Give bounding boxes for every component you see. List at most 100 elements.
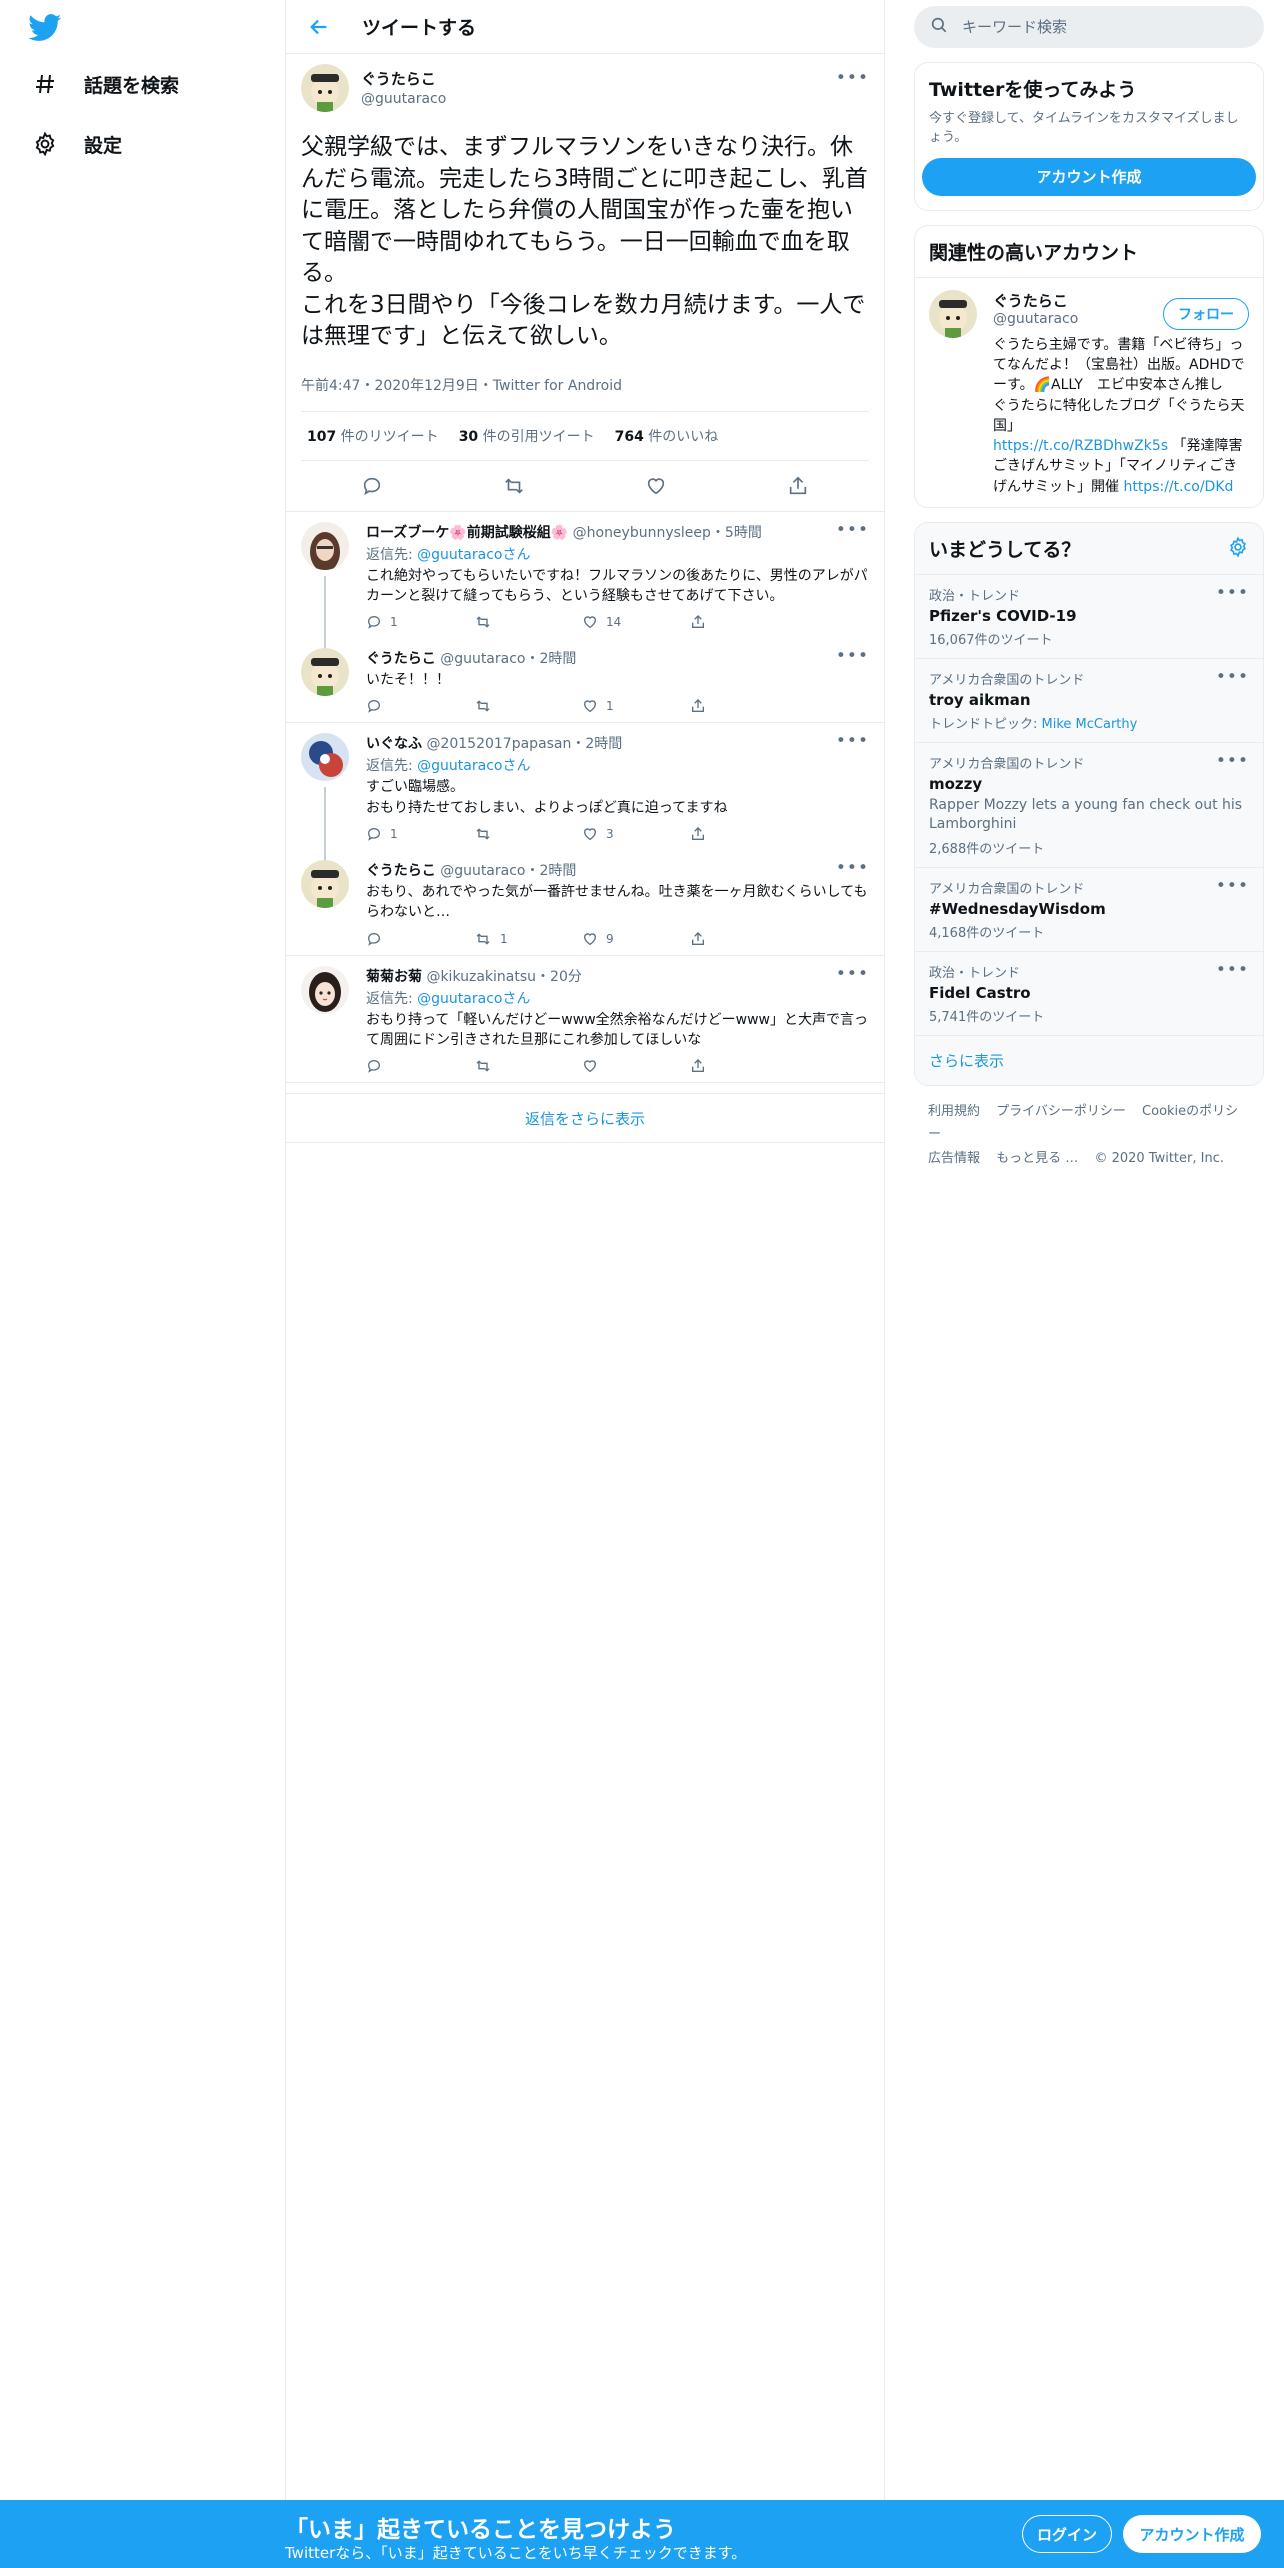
reply-icon[interactable] [357,471,387,501]
more-icon[interactable]: ••• [836,964,869,984]
share-button[interactable] [690,826,798,842]
avatar[interactable] [301,64,349,112]
avatar[interactable] [301,521,349,570]
reply-tweet[interactable]: ••• ぐうたらこ @guutaraco・2時間 おもり、あれでやった気が一番許… [286,850,884,956]
retweet-stat[interactable]: 107 件のリツイート [307,426,439,446]
author-handle[interactable]: @guutaraco [361,91,446,107]
share-icon[interactable] [783,471,813,501]
retweet-icon[interactable] [499,471,529,501]
trend-item[interactable]: ••• アメリカ合衆国のトレンド mozzy Rapper Mozzy lets… [915,743,1263,868]
more-icon[interactable]: ••• [836,731,869,751]
like-button[interactable]: 14 [582,614,690,630]
more-icon[interactable]: ••• [1216,751,1249,771]
share-button[interactable] [690,1058,798,1074]
reply-tweet[interactable]: ••• ローズブーケ🌸前期試験桜組🌸 @honeybunnysleep・5時間 … [286,512,884,650]
trend-item[interactable]: ••• アメリカ合衆国のトレンド troy aikman トレンドトピック: M… [915,659,1263,744]
account-item[interactable]: ぐうたらこ @guutaraco フォロー ぐうたら主婦です。書籍「ベビ待ち」っ… [915,286,1263,507]
avatar[interactable] [929,289,977,338]
like-button[interactable]: 1 [582,698,690,714]
reply-time[interactable]: ・2時間 [526,863,577,879]
reply-author-handle[interactable]: @kikuzakinatsu [426,969,536,985]
trend-item[interactable]: ••• アメリカ合衆国のトレンド #WednesdayWisdom 4,168件… [915,867,1263,952]
reply-author-name[interactable]: ぐうたらこ [366,651,436,667]
more-icon[interactable]: ••• [836,520,869,540]
nav-settings[interactable]: 設定 [30,124,122,164]
reply-author-name[interactable]: 菊菊お菊 [366,969,422,985]
share-button[interactable] [690,698,798,714]
reply-author-name[interactable]: ぐうたらこ [366,863,436,879]
retweet-button[interactable] [474,1058,582,1074]
nav-explore[interactable]: 話題を検索 [30,64,179,104]
trend-item[interactable]: ••• 政治・トレンド Fidel Castro 5,741件のツイート [915,951,1263,1036]
reply-time[interactable]: ・20分 [536,969,582,985]
quote-stat[interactable]: 30 件の引用ツイート [459,426,595,446]
copyright: © 2020 Twitter, Inc. [1094,1150,1224,1166]
retweet-button[interactable] [474,826,582,842]
reply-author-name[interactable]: ローズブーケ🌸前期試験桜組🌸 [366,525,568,541]
share-button[interactable] [690,931,798,947]
like-icon[interactable] [641,471,671,501]
more-icon[interactable]: ••• [836,646,869,666]
reply-button[interactable] [366,1058,474,1074]
retweet-button[interactable] [474,698,582,714]
reply-to-link[interactable]: @guutaraco [417,991,502,1007]
search-input[interactable] [962,18,1232,36]
bio-link[interactable]: https://t.co/RZBDhwZk5s [993,438,1168,454]
reply-author-handle[interactable]: @guutaraco [440,863,525,879]
signup-button[interactable]: アカウント作成 [1123,2515,1261,2553]
create-account-button[interactable]: アカウント作成 [922,157,1256,196]
reply-tweet[interactable]: ••• 菊菊お菊 @kikuzakinatsu・20分 返信先: @guutar… [286,956,884,1084]
reply-button[interactable]: 1 [366,614,474,630]
reply-author-handle[interactable]: @20152017papasan [426,736,571,752]
more-icon[interactable]: ••• [836,68,869,88]
reply-button[interactable]: 1 [366,826,474,842]
signup-subtitle: 今すぐ登録して、タイムラインをカスタマイズしましょう。 [929,111,1239,145]
avatar[interactable] [301,965,349,1014]
reply-time[interactable]: ・5時間 [711,525,762,541]
reply-button[interactable] [366,698,474,714]
more-icon[interactable]: ••• [1216,583,1249,603]
footer-link[interactable]: プライバシーポリシー [996,1104,1126,1119]
like-button[interactable] [582,1058,690,1074]
footer-link[interactable]: もっと見る … [996,1151,1078,1166]
show-more-replies-link[interactable]: 返信をさらに表示 [286,1093,884,1144]
avatar[interactable] [301,648,349,697]
more-icon[interactable]: ••• [836,858,869,878]
footer-link[interactable]: 利用規約 [928,1104,980,1119]
like-button[interactable]: 3 [582,826,690,842]
trend-context: アメリカ合衆国のトレンド [929,673,1085,689]
reply-time[interactable]: ・2時間 [526,651,577,667]
reply-to-link[interactable]: @guutaraco [417,547,502,563]
reply-tweet[interactable]: ••• いぐなふ @20152017papasan・2時間 返信先: @guut… [286,723,884,878]
reply-time[interactable]: ・2時間 [571,736,622,752]
twitter-logo-icon[interactable] [28,14,64,44]
bio-link[interactable]: https://t.co/DKd [1123,479,1233,495]
search-box[interactable] [914,6,1264,48]
follow-button[interactable]: フォロー [1163,297,1249,330]
author-name[interactable]: ぐうたらこ [361,68,446,89]
more-icon[interactable]: ••• [1216,876,1249,896]
reply-button[interactable] [366,931,474,947]
show-more-trends-link[interactable]: さらに表示 [915,1035,1263,1085]
back-arrow-icon[interactable] [304,12,334,42]
retweet-button[interactable]: 1 [474,931,582,947]
trend-item[interactable]: ••• 政治・トレンド Pfizer's COVID-19 16,067件のツイ… [915,575,1263,660]
more-icon[interactable]: ••• [1216,667,1249,687]
reply-author-handle[interactable]: @honeybunnysleep [573,525,711,541]
tweet-meta[interactable]: 午前4:47・2020年12月9日・Twitter for Android [301,375,869,412]
footer-link[interactable]: 広告情報 [928,1151,980,1166]
share-button[interactable] [690,614,798,630]
reply-tweet[interactable]: ••• ぐうたらこ @guutaraco・2時間 いたそ！！！ 1 [286,638,884,724]
more-icon[interactable]: ••• [1216,960,1249,980]
reply-author-name[interactable]: いぐなふ [366,736,422,752]
avatar[interactable] [301,859,349,908]
login-button[interactable]: ログイン [1022,2515,1112,2553]
like-stat[interactable]: 764 件のいいね [615,426,719,446]
trend-topic-link[interactable]: Mike McCarthy [1042,717,1138,732]
retweet-button[interactable] [474,614,582,630]
reply-author-handle[interactable]: @guutaraco [440,651,525,667]
like-button[interactable]: 9 [582,931,690,947]
gear-icon[interactable] [1227,536,1249,562]
reply-to-link[interactable]: @guutaraco [417,758,502,774]
avatar[interactable] [301,733,349,782]
